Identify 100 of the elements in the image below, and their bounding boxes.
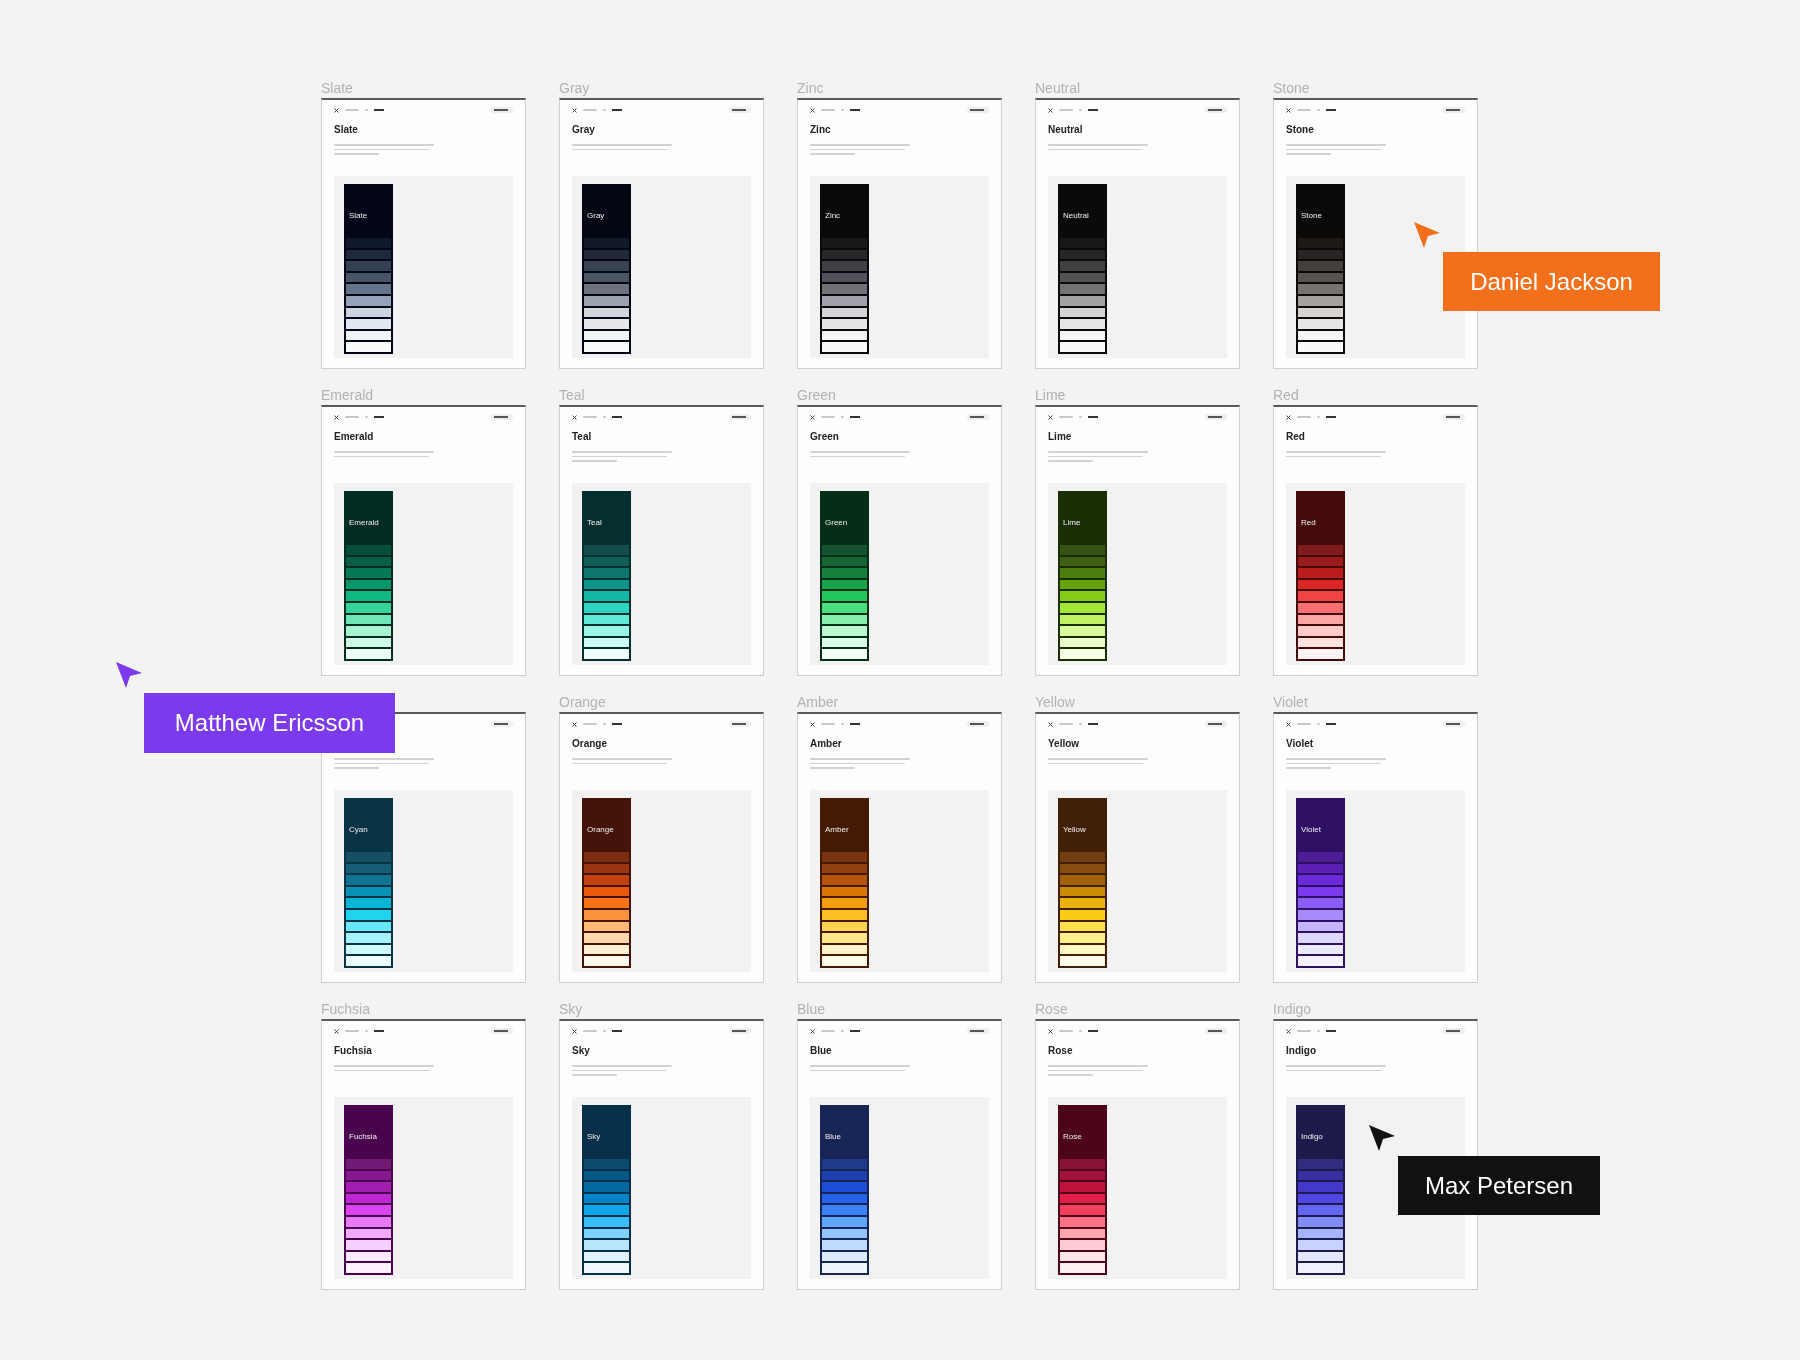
user-name-tag: Daniel Jackson — [1443, 252, 1660, 311]
text-placeholder-line — [841, 416, 844, 418]
text-placeholder-line — [345, 1030, 359, 1032]
palette-title: Amber — [824, 823, 849, 834]
logo-icon — [810, 1028, 815, 1034]
page-title: Neutral — [1048, 124, 1084, 137]
text-placeholder-line — [583, 1030, 597, 1032]
text-placeholder-line — [603, 1030, 606, 1032]
page-frame[interactable]: Teal Teal — [559, 405, 764, 676]
palette-title: Sky — [586, 1130, 601, 1141]
text-placeholder-line — [1317, 416, 1320, 418]
page-frame[interactable]: Lime Lime — [1035, 405, 1240, 676]
text-placeholder-line — [603, 416, 606, 418]
text-placeholder-line — [365, 416, 368, 418]
page-title: Green — [810, 431, 840, 444]
palette-title: Yellow — [1062, 823, 1086, 834]
text-placeholder-line — [345, 109, 359, 111]
text-placeholder-line — [1317, 723, 1320, 725]
palette-title: Zinc — [824, 209, 841, 220]
logo-icon — [810, 107, 815, 113]
text-placeholder-line — [1059, 416, 1073, 418]
page-title: Rose — [1048, 1045, 1074, 1058]
palette-title: Orange — [586, 823, 614, 834]
text-placeholder-line — [365, 109, 368, 111]
page-frame[interactable]: Green Green — [797, 405, 1002, 676]
text-placeholder-line — [821, 109, 835, 111]
page-frame[interactable]: Emerald Emerald — [321, 405, 526, 676]
logo-icon — [334, 107, 339, 113]
page-title: Emerald — [334, 431, 375, 444]
text-placeholder-line — [1297, 1030, 1311, 1032]
text-placeholder-line — [1079, 1030, 1082, 1032]
text-placeholder-line — [1079, 723, 1082, 725]
logo-icon — [1048, 414, 1053, 420]
palette-title: Blue — [824, 1130, 841, 1141]
palette-title: Stone — [1300, 209, 1322, 220]
logo-icon — [334, 414, 339, 420]
logo-icon — [572, 721, 577, 727]
text-placeholder-line — [603, 723, 606, 725]
page-title: Teal — [572, 431, 593, 444]
text-placeholder-line — [1079, 416, 1082, 418]
logo-icon — [572, 107, 577, 113]
page-title: Sky — [572, 1045, 591, 1058]
page-title: Stone — [1286, 124, 1315, 137]
text-placeholder-line — [1059, 1030, 1073, 1032]
palette-title: Red — [1300, 516, 1316, 527]
palette-title: Green — [824, 516, 848, 527]
logo-icon — [334, 1028, 339, 1034]
text-placeholder-line — [821, 1030, 835, 1032]
page-title: Lime — [1048, 431, 1073, 444]
page-frame[interactable]: Fuchsia Fuchsia — [321, 1019, 526, 1290]
text-placeholder-line — [1317, 109, 1320, 111]
text-placeholder-line — [583, 109, 597, 111]
palette-title: Slate — [348, 209, 368, 220]
user-name-tag: Matthew Ericsson — [144, 693, 395, 753]
page-frame[interactable]: Blue Blue — [797, 1019, 1002, 1290]
page-frame[interactable]: Amber Amber — [797, 712, 1002, 983]
page-title: Gray — [572, 124, 596, 137]
page-frame[interactable]: Slate Slate — [321, 98, 526, 369]
palette-title: Violet — [1300, 823, 1321, 834]
palette-title: Teal — [586, 516, 602, 527]
text-placeholder-line — [603, 109, 606, 111]
user-name-tag: Max Petersen — [1398, 1156, 1600, 1215]
text-placeholder-line — [821, 723, 835, 725]
page-frame[interactable]: Red Red — [1273, 405, 1478, 676]
logo-icon — [572, 414, 577, 420]
page-title: Indigo — [1286, 1045, 1317, 1058]
logo-icon — [810, 414, 815, 420]
text-placeholder-line — [1059, 723, 1073, 725]
page-title: Blue — [810, 1045, 833, 1058]
page-frame[interactable]: Neutral Neutral — [1035, 98, 1240, 369]
page-frame[interactable]: Rose Rose — [1035, 1019, 1240, 1290]
page-title: Red — [1286, 431, 1306, 444]
palette-title: Lime — [1062, 516, 1081, 527]
page-frame[interactable]: Violet Violet — [1273, 712, 1478, 983]
text-placeholder-line — [345, 416, 359, 418]
logo-icon — [1048, 721, 1053, 727]
page-frame[interactable]: Sky Sky — [559, 1019, 764, 1290]
palette-title: Gray — [586, 209, 605, 220]
palette-title: Emerald — [348, 516, 379, 527]
text-placeholder-line — [1317, 1030, 1320, 1032]
logo-icon — [1286, 721, 1291, 727]
text-placeholder-line — [1297, 416, 1311, 418]
text-placeholder-line — [583, 723, 597, 725]
text-placeholder-line — [1297, 109, 1311, 111]
text-placeholder-line — [365, 1030, 368, 1032]
page-title: Amber — [810, 738, 843, 751]
text-placeholder-line — [1079, 109, 1082, 111]
page-frame[interactable]: Zinc Zinc — [797, 98, 1002, 369]
page-frame[interactable]: Yellow Yellow — [1035, 712, 1240, 983]
page-frame[interactable]: Orange Orange — [559, 712, 764, 983]
logo-icon — [1286, 1028, 1291, 1034]
page-frame[interactable]: Gray Gray — [559, 98, 764, 369]
logo-icon — [1286, 414, 1291, 420]
page-title: Slate — [334, 124, 359, 137]
palette-title: Indigo — [1300, 1130, 1323, 1141]
page-title: Yellow — [1048, 738, 1081, 751]
logo-icon — [572, 1028, 577, 1034]
palette-title: Fuchsia — [348, 1130, 377, 1141]
palette-title: Cyan — [348, 823, 368, 834]
page-title: Violet — [1286, 738, 1315, 751]
